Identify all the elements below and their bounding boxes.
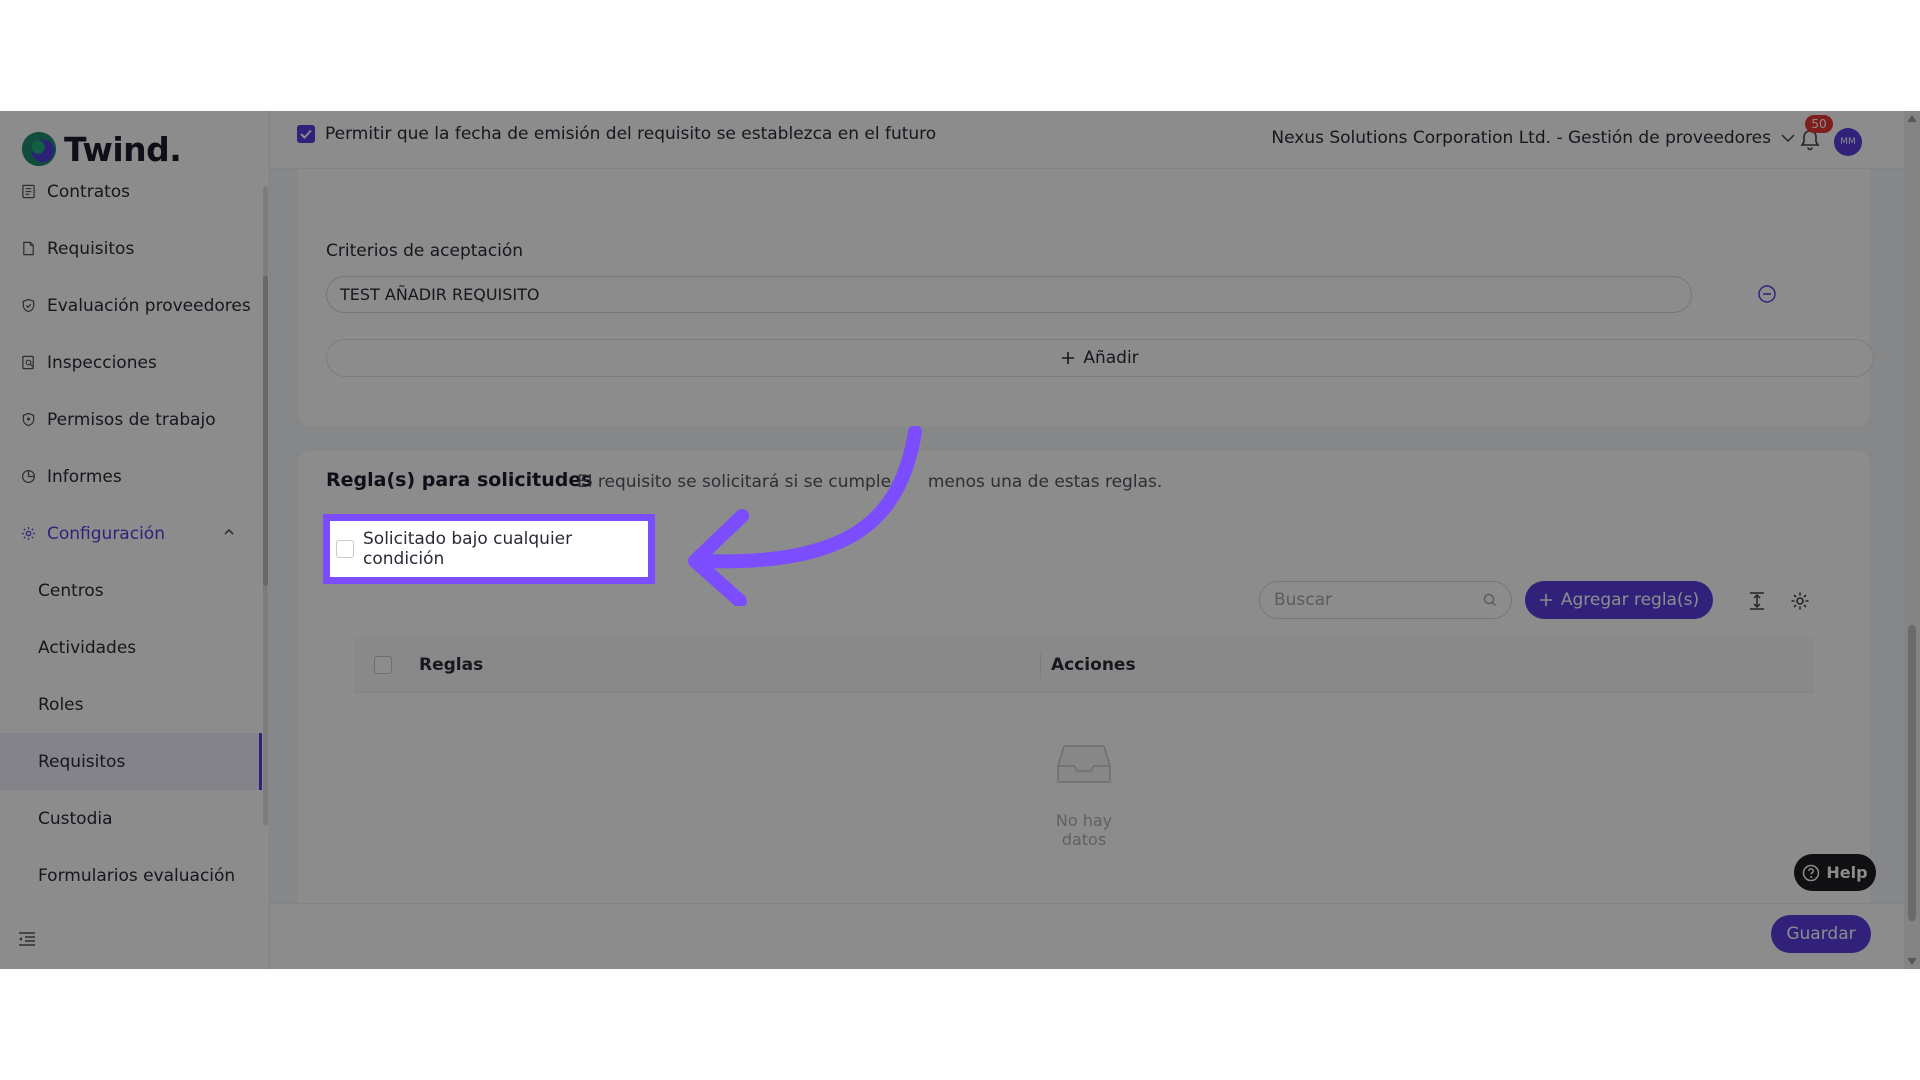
sidebar-item-label: Permisos de trabajo [47,409,216,430]
search-placeholder: Buscar [1274,590,1333,610]
allow-future-date-checkbox[interactable] [297,125,315,143]
sidebar-subitem-label: Actividades [38,637,137,658]
rules-search-input[interactable]: Buscar [1259,581,1512,619]
scroll-up-arrow-icon[interactable] [1907,115,1917,122]
rules-description-part2: menos una de estas reglas. [927,472,1163,492]
avatar[interactable]: MM [1834,128,1862,156]
plus-icon [1539,594,1552,606]
sidebar-item-label: Informes [47,466,122,487]
shield-icon [20,412,36,428]
allow-future-date-label: Permitir que la fecha de emisión del req… [325,124,937,144]
sidebar-item-informes[interactable]: Informes [0,448,262,505]
sidebar-subitem-label: Custodia [38,808,113,829]
contract-icon [20,184,36,200]
sidebar-item-label: Inspecciones [47,352,157,373]
sidebar-subitem-formularios-evaluacion[interactable]: Formularios evaluación [0,847,262,904]
any-condition-checkbox[interactable] [336,540,354,558]
sidebar-item-permisos-de-trabajo[interactable]: Permisos de trabajo [0,391,262,448]
sidebar-item-inspecciones[interactable]: Inspecciones [0,334,262,391]
chevron-up-icon[interactable] [222,525,236,539]
sidebar-subitem-label: Centros [38,580,104,601]
sidebar-item-label: Requisitos [47,238,135,259]
pie-chart-icon [20,469,36,485]
inspection-icon [20,355,36,371]
scroll-down-arrow-icon[interactable] [1907,958,1917,965]
org-selector[interactable]: Nexus Solutions Corporation Ltd. - Gesti… [1271,128,1795,148]
acceptance-criteria-input[interactable]: TEST AÑADIR REQUISITO [326,276,1692,313]
checkmark-icon [300,129,312,139]
gear-icon [20,526,36,542]
add-rule-label: Agregar regla(s) [1560,590,1700,610]
any-condition-label: Solicitado bajo cualquier condición [363,529,573,569]
empty-inbox-icon [1057,745,1111,783]
sidebar-item-label: Contratos [47,181,131,202]
notification-badge: 50 [1805,115,1833,133]
sidebar: Twind. Contratos Requisitos Evaluación p… [0,111,270,969]
select-all-cell [354,656,412,674]
page-scrollbar[interactable] [1904,111,1920,969]
sidebar-item-configuracion[interactable]: Configuración [0,505,262,562]
table-settings-icon[interactable] [1790,591,1810,611]
select-all-checkbox[interactable] [374,656,392,674]
sidebar-subitem-label: Roles [38,694,84,715]
allow-future-date-option[interactable]: Permitir que la fecha de emisión del req… [297,124,936,144]
plus-icon [1062,352,1075,364]
add-rule-button[interactable]: Agregar regla(s) [1525,581,1713,619]
save-button[interactable]: Guardar [1771,915,1871,953]
acceptance-criteria-label: Criterios de aceptación [326,241,524,261]
minus-circle-icon[interactable] [1757,284,1777,304]
help-button[interactable]: Help [1794,854,1876,891]
sidebar-item-contratos[interactable]: Contratos [0,163,262,220]
column-header-actions: Acciones [1051,655,1136,675]
app-window: Twind. Contratos Requisitos Evaluación p… [0,111,1920,969]
column-header-rules[interactable]: Reglas [412,652,1041,678]
sidebar-subitem-label: Requisitos [38,751,126,772]
sidebar-item-label: Configuración [47,523,165,544]
menu-collapse-icon[interactable] [18,931,36,947]
sidebar-subitem-actividades[interactable]: Actividades [0,619,262,676]
sidebar-subitem-roles[interactable]: Roles [0,676,262,733]
sidebar-scrollbar[interactable] [263,186,268,826]
page-scrollbar-thumb[interactable] [1908,625,1916,921]
file-icon [20,241,36,257]
footer-bar: Guardar [270,903,1905,969]
empty-state-text: No hay datos [1055,811,1113,849]
sidebar-subitem-centros[interactable]: Centros [0,562,262,619]
highlighted-condition-option[interactable]: Solicitado bajo cualquier condición [323,514,655,584]
sidebar-scrollbar-thumb[interactable] [263,276,268,586]
shield-check-icon [20,298,36,314]
add-criteria-label: Añadir [1083,348,1139,368]
add-criteria-button[interactable]: Añadir [326,339,1874,377]
column-height-icon[interactable] [1748,591,1766,611]
pointer-arrow-icon [688,426,922,606]
rules-table-header: Reglas Acciones [354,638,1814,693]
chevron-down-icon [1781,134,1795,143]
rules-title: Regla(s) para solicitudes [326,469,593,491]
org-name: Nexus Solutions Corporation Ltd. - Gesti… [1271,128,1771,148]
sidebar-item-evaluacion-proveedores[interactable]: Evaluación proveedores [0,277,262,334]
sidebar-nav: Contratos Requisitos Evaluación proveedo… [0,163,262,904]
sidebar-item-requisitos[interactable]: Requisitos [0,220,262,277]
question-circle-icon [1803,864,1820,881]
sidebar-subitem-requisitos[interactable]: Requisitos [0,733,262,790]
help-label: Help [1826,863,1868,882]
sidebar-item-label: Evaluación proveedores [47,295,251,316]
search-icon [1483,593,1497,607]
sidebar-subitem-label: Formularios evaluación [38,865,236,886]
sidebar-subitem-custodia[interactable]: Custodia [0,790,262,847]
